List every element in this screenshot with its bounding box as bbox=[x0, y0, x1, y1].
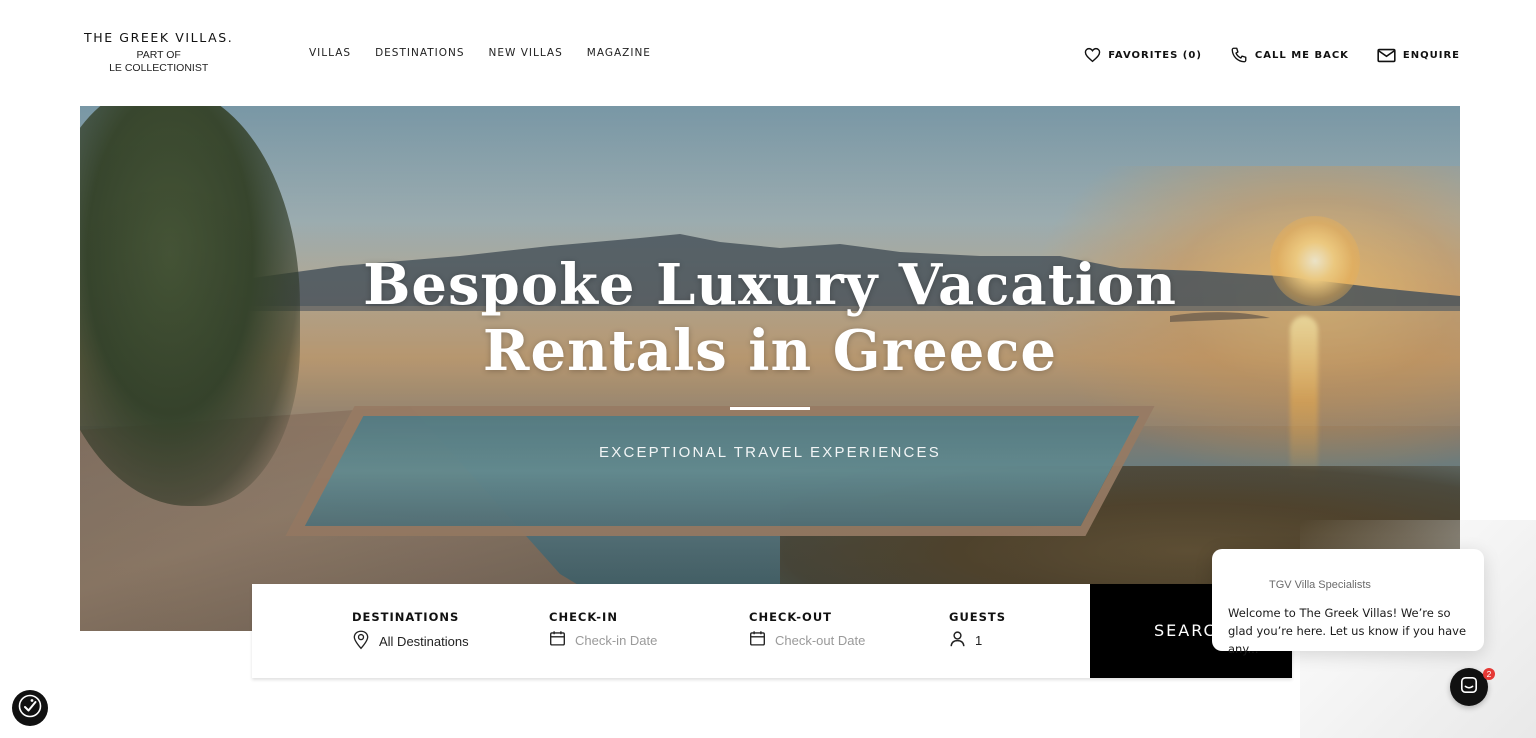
checkin-field[interactable]: CHECK-IN Check-in Date bbox=[549, 610, 657, 650]
guests-label: GUESTS bbox=[949, 610, 1007, 624]
main-nav: VILLAS DESTINATIONS NEW VILLAS MAGAZINE bbox=[309, 47, 651, 59]
accessibility-button[interactable] bbox=[12, 690, 48, 726]
call-me-back-button[interactable]: CALL ME BACK bbox=[1230, 46, 1349, 64]
checkout-field[interactable]: CHECK-OUT Check-out Date bbox=[749, 610, 865, 650]
logo-sub-line2: LE COLLECTIONIST bbox=[109, 62, 209, 74]
favorites-button[interactable]: FAVORITES (0) bbox=[1084, 47, 1202, 63]
destinations-label: DESTINATIONS bbox=[352, 610, 460, 624]
guests-field[interactable]: GUESTS 1 bbox=[949, 610, 1006, 650]
chat-popup[interactable]: TGV Villa Specialists Welcome to The Gre… bbox=[1212, 549, 1484, 656]
chat-message: Welcome to The Greek Villas! We’re so gl… bbox=[1228, 606, 1467, 656]
checkin-label: CHECK-IN bbox=[549, 610, 618, 624]
search-bar: DESTINATIONS All Destinations CHECK-IN C… bbox=[252, 584, 1292, 678]
header-actions: FAVORITES (0) CALL ME BACK ENQUIRE bbox=[1084, 46, 1460, 64]
checkin-input: Check-in Date bbox=[575, 632, 658, 648]
phone-icon bbox=[1230, 46, 1248, 64]
user-icon bbox=[949, 630, 966, 650]
enquire-button[interactable]: ENQUIRE bbox=[1377, 48, 1460, 63]
hero-title-line1: Bespoke Luxury Vacation bbox=[363, 252, 1177, 318]
chat-unread-badge: 2 bbox=[1483, 668, 1495, 680]
nav-villas[interactable]: VILLAS bbox=[309, 47, 351, 59]
guests-value: 1 bbox=[975, 632, 983, 648]
heart-icon bbox=[1084, 47, 1101, 63]
logo-sub-line1: PART OF bbox=[136, 49, 181, 61]
enquire-label: ENQUIRE bbox=[1402, 49, 1460, 61]
hero-title-line2: Rentals in Greece bbox=[482, 318, 1058, 384]
favorites-label: FAVORITES (0) bbox=[1108, 49, 1202, 61]
hero-title: Bespoke Luxury Vacation Rentals in Greec… bbox=[80, 252, 1460, 384]
nav-destinations[interactable]: DESTINATIONS bbox=[375, 47, 464, 59]
nav-magazine[interactable]: MAGAZINE bbox=[587, 47, 651, 59]
location-pin-icon bbox=[352, 630, 370, 653]
checkout-input: Check-out Date bbox=[775, 632, 866, 648]
hero-divider bbox=[730, 407, 810, 410]
call-me-back-label: CALL ME BACK bbox=[1254, 49, 1349, 61]
nav-new-villas[interactable]: NEW VILLAS bbox=[489, 47, 563, 59]
logo-brand: THE GREEK VILLAS. bbox=[84, 30, 234, 45]
mail-icon bbox=[1377, 48, 1396, 63]
calendar-icon bbox=[549, 630, 566, 650]
calendar-icon bbox=[749, 630, 766, 650]
accessibility-icon bbox=[17, 693, 43, 724]
chat-icon bbox=[1460, 676, 1478, 699]
checkout-label: CHECK-OUT bbox=[749, 610, 833, 624]
site-logo[interactable]: THE GREEK VILLAS. PART OF LE COLLECTIONI… bbox=[84, 30, 233, 75]
destinations-value: All Destinations bbox=[379, 634, 469, 649]
chat-sender: TGV Villa Specialists bbox=[1269, 579, 1371, 591]
destinations-field[interactable]: DESTINATIONS All Destinations bbox=[352, 610, 469, 653]
hero-subtitle: EXCEPTIONAL TRAVEL EXPERIENCES bbox=[599, 444, 941, 461]
